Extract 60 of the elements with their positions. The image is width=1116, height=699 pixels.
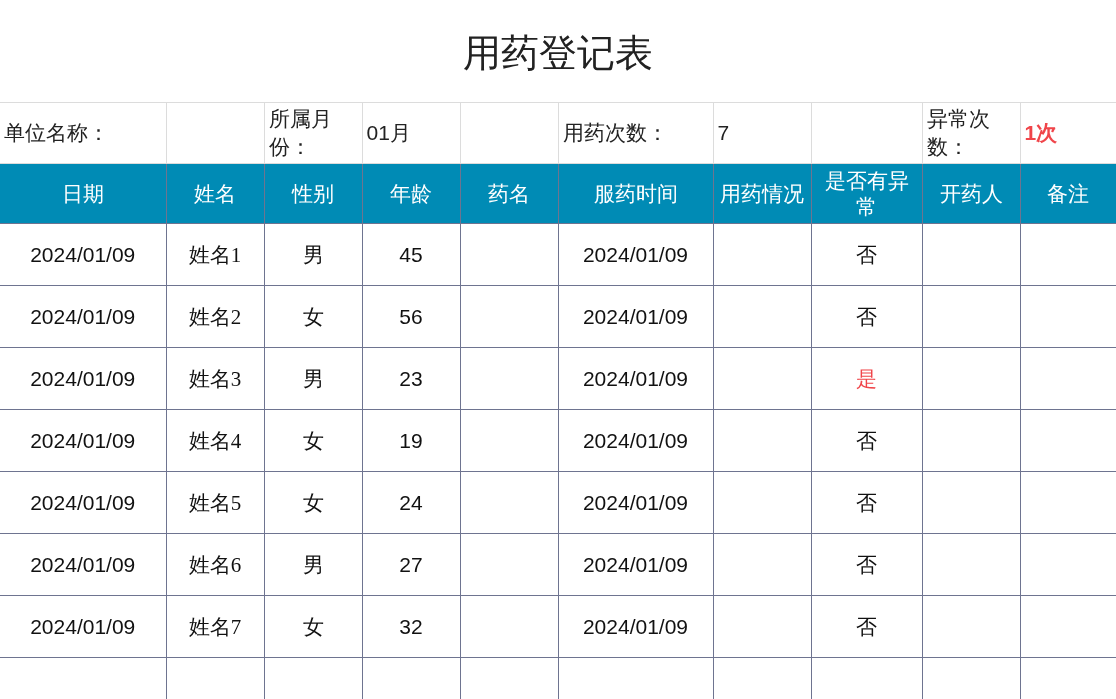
field-label: 异常次数： <box>926 107 990 158</box>
sheet-title: 用药登记表 <box>463 30 653 76</box>
table-cell: 2024/01/09 <box>0 347 166 410</box>
table-cell: 男 <box>264 533 362 596</box>
column-header: 备注 <box>1020 163 1116 224</box>
table-cell: 男 <box>264 347 362 410</box>
table-cell: 姓名6 <box>166 533 264 596</box>
table-cell: 2024/01/09 <box>0 533 166 596</box>
column-header: 用药情况 <box>713 163 811 224</box>
column-header: 是否有异常 <box>811 163 922 224</box>
column-header: 日期 <box>0 163 166 224</box>
table-cell: 否 <box>811 595 922 658</box>
table-cell: 2024/01/09 <box>558 595 713 658</box>
column-header: 药名 <box>460 163 558 224</box>
table-cell: 2024/01/09 <box>558 223 713 286</box>
table-cell: 姓名4 <box>166 409 264 472</box>
table-cell: 2024/01/09 <box>0 471 166 534</box>
table-cell: 2024/01/09 <box>558 347 713 410</box>
field-label: 所属月份： <box>268 107 332 158</box>
column-header: 年龄 <box>362 163 460 224</box>
field-label: 单位名称： <box>4 121 109 144</box>
table-cell: 23 <box>362 347 460 410</box>
table-cell: 32 <box>362 595 460 658</box>
table-cell: 2024/01/09 <box>558 471 713 534</box>
table-cell: 2024/01/09 <box>0 285 166 348</box>
table-cell: 否 <box>811 409 922 472</box>
table-cell: 2024/01/09 <box>558 409 713 472</box>
table-cell: 19 <box>362 409 460 472</box>
table-cell: 女 <box>264 285 362 348</box>
table-cell: 2024/01/09 <box>558 285 713 348</box>
table-cell: 女 <box>264 595 362 658</box>
column-header: 姓名 <box>166 163 264 224</box>
table-cell: 24 <box>362 471 460 534</box>
table-cell: 2024/01/09 <box>558 533 713 596</box>
table-cell: 男 <box>264 223 362 286</box>
table-cell: 否 <box>811 285 922 348</box>
table-cell: 56 <box>362 285 460 348</box>
column-header: 开药人 <box>922 163 1020 224</box>
field-value: 7 <box>717 121 730 144</box>
field-value: 1次 <box>1024 121 1058 144</box>
table-cell: 否 <box>811 533 922 596</box>
table-cell: 姓名3 <box>166 347 264 410</box>
table-cell: 2024/01/09 <box>0 409 166 472</box>
table-cell: 女 <box>264 409 362 472</box>
table-cell: 姓名7 <box>166 595 264 658</box>
table-cell: 姓名2 <box>166 285 264 348</box>
table-cell: 是 <box>811 347 922 410</box>
table-cell: 2024/01/09 <box>0 595 166 658</box>
table-cell: 姓名5 <box>166 471 264 534</box>
table-cell: 姓名1 <box>166 223 264 286</box>
table-cell: 否 <box>811 471 922 534</box>
table-cell: 27 <box>362 533 460 596</box>
column-header: 服药时间 <box>558 163 713 224</box>
table-cell: 2024/01/09 <box>0 223 166 286</box>
table-cell: 女 <box>264 471 362 534</box>
field-label: 用药次数： <box>562 121 668 144</box>
field-value: 01月 <box>366 121 411 144</box>
column-header: 性别 <box>264 163 362 224</box>
table-cell: 45 <box>362 223 460 286</box>
table-cell: 否 <box>811 223 922 286</box>
